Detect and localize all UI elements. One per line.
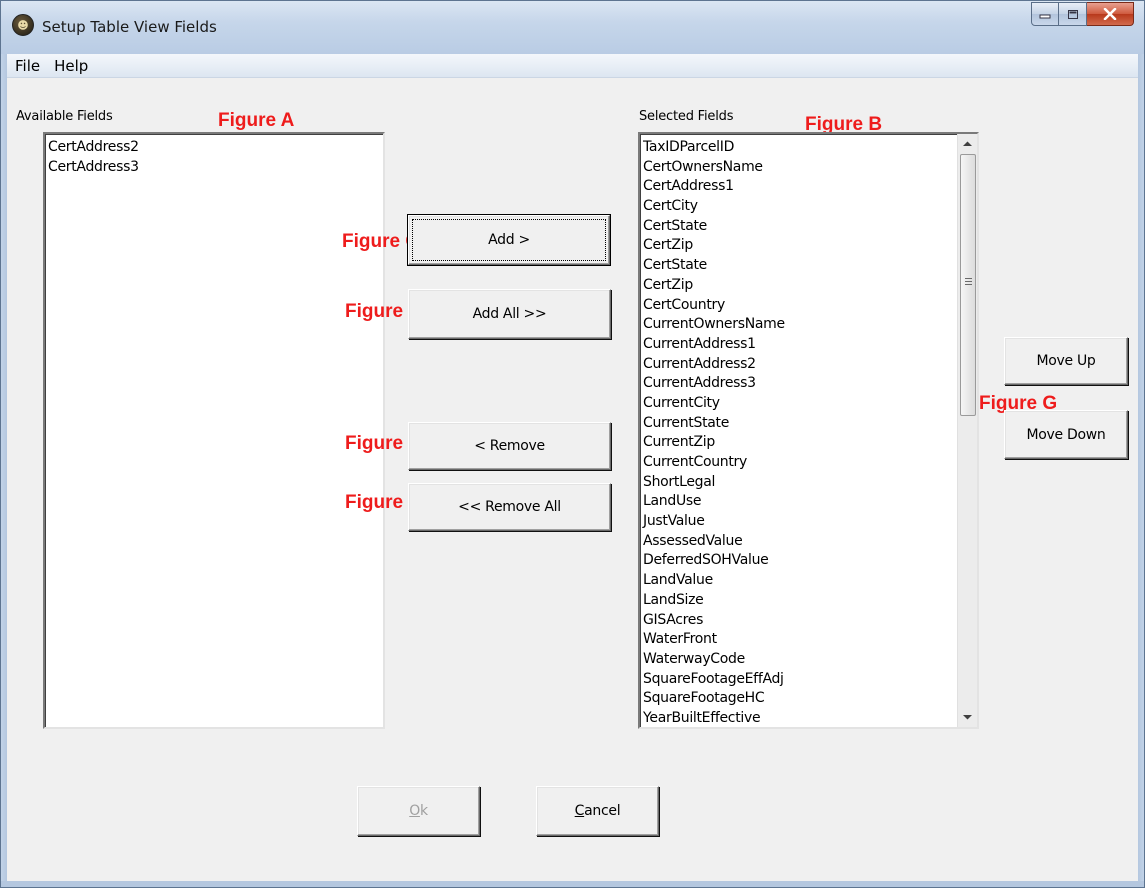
annotation-figure-a: Figure A: [218, 110, 295, 131]
window-title: Setup Table View Fields: [42, 18, 217, 36]
window-frame-left: [1, 54, 7, 887]
cancel-label-rest: ancel: [584, 803, 621, 819]
list-item[interactable]: LandSize: [643, 591, 955, 611]
list-item[interactable]: AssessedValue: [643, 532, 955, 552]
list-item[interactable]: CertZip: [643, 276, 955, 296]
list-item[interactable]: CertAddress2: [48, 138, 383, 158]
close-button[interactable]: [1087, 2, 1134, 26]
list-item[interactable]: CertCountry: [643, 296, 955, 316]
list-item[interactable]: CertZip: [643, 236, 955, 256]
list-item[interactable]: YearBuiltEffective: [643, 709, 955, 727]
ok-label-rest: k: [419, 803, 428, 819]
list-item[interactable]: CertAddress3: [48, 158, 383, 178]
scroll-up-arrow-icon: [963, 141, 972, 146]
menu-help[interactable]: Help: [48, 57, 94, 75]
list-item[interactable]: CurrentAddress2: [643, 355, 955, 375]
list-item[interactable]: LandValue: [643, 571, 955, 591]
list-item[interactable]: DeferredSOHValue: [643, 551, 955, 571]
dialog-window: ☻ Setup Table View Fields File Help Avai…: [0, 0, 1145, 888]
move-up-button[interactable]: Move Up: [1004, 337, 1128, 385]
list-item[interactable]: CurrentAddress1: [643, 335, 955, 355]
cancel-button[interactable]: Cancel: [536, 786, 659, 836]
list-item[interactable]: CurrentState: [643, 414, 955, 434]
menu-file[interactable]: File: [9, 57, 46, 75]
scroll-thumb[interactable]: [960, 154, 976, 416]
list-item[interactable]: CurrentAddress3: [643, 374, 955, 394]
list-item[interactable]: CertCity: [643, 197, 955, 217]
title-bar[interactable]: ☻ Setup Table View Fields: [1, 1, 1144, 54]
window-controls: [1031, 2, 1134, 26]
available-fields-list[interactable]: CertAddress2 CertAddress3: [43, 132, 385, 729]
remove-button[interactable]: < Remove: [408, 422, 611, 470]
remove-all-button[interactable]: << Remove All: [408, 483, 611, 531]
ok-mnemonic: O: [409, 803, 420, 819]
list-item[interactable]: CertState: [643, 256, 955, 276]
minimize-button[interactable]: [1031, 2, 1059, 26]
scroll-down-button[interactable]: [958, 707, 977, 727]
list-item[interactable]: ShortLegal: [643, 473, 955, 493]
scroll-up-button[interactable]: [958, 134, 977, 154]
scroll-down-arrow-icon: [963, 715, 972, 720]
available-fields-rows: CertAddress2 CertAddress3: [48, 138, 383, 177]
list-item[interactable]: CertOwnersName: [643, 158, 955, 178]
list-item[interactable]: CertState: [643, 217, 955, 237]
list-item[interactable]: WaterwayCode: [643, 650, 955, 670]
menu-bar: File Help: [7, 54, 1138, 78]
list-item[interactable]: LandUse: [643, 492, 955, 512]
maximize-button[interactable]: [1059, 2, 1087, 26]
app-icon[interactable]: ☻: [12, 14, 34, 36]
list-item[interactable]: SquareFootageHC: [643, 689, 955, 709]
list-item[interactable]: CertAddress1: [643, 177, 955, 197]
list-item[interactable]: JustValue: [643, 512, 955, 532]
maximize-icon: [1067, 9, 1078, 19]
cancel-mnemonic: C: [574, 803, 585, 819]
list-item[interactable]: CurrentCountry: [643, 453, 955, 473]
add-all-button[interactable]: Add All >>: [408, 289, 611, 339]
selected-fields-rows: TaxIDParcelID CertOwnersName CertAddress1 C…: [643, 138, 955, 727]
selected-fields-scrollbar[interactable]: [957, 134, 977, 727]
move-down-button[interactable]: Move Down: [1004, 410, 1128, 459]
ok-button: Ok: [357, 786, 480, 836]
scroll-thumb-grip-icon: [965, 278, 972, 287]
window-frame-right: [1138, 54, 1144, 887]
add-button[interactable]: Add >: [407, 214, 611, 266]
minimize-icon: [1039, 14, 1051, 19]
close-icon: [1103, 8, 1117, 20]
list-item[interactable]: GISAcres: [643, 611, 955, 631]
selected-fields-label: Selected Fields: [639, 109, 734, 124]
list-item[interactable]: CurrentOwnersName: [643, 315, 955, 335]
list-item[interactable]: TaxIDParcelID: [643, 138, 955, 158]
selected-fields-list[interactable]: TaxIDParcelID CertOwnersName CertAddress1 C…: [638, 132, 979, 729]
available-fields-label: Available Fields: [16, 109, 113, 124]
window-frame-bottom: [1, 881, 1144, 887]
list-item[interactable]: CurrentZip: [643, 433, 955, 453]
list-item[interactable]: CurrentCity: [643, 394, 955, 414]
list-item[interactable]: SquareFootageEffAdj: [643, 670, 955, 690]
list-item[interactable]: WaterFront: [643, 630, 955, 650]
